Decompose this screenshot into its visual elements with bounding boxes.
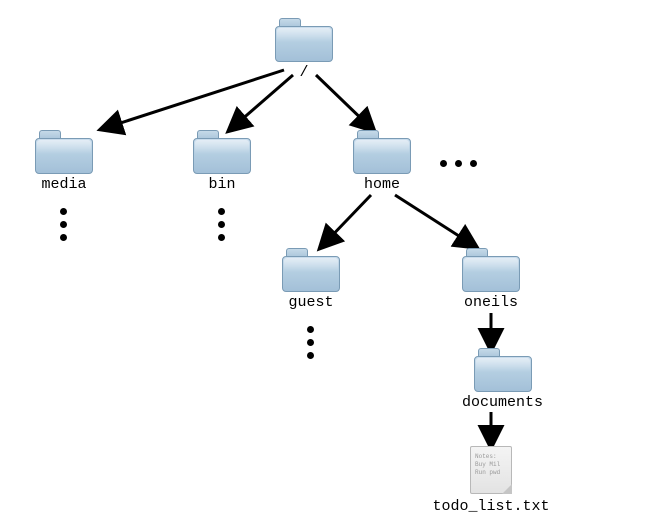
folder-home: home (353, 130, 411, 193)
folder-icon (353, 130, 411, 174)
folder-label-oneils: oneils (464, 294, 518, 311)
file-todo: Notes: Buy Mil Run pwd todo_list.txt (435, 446, 547, 515)
folder-icon (193, 130, 251, 174)
file-preview-line: Buy Mil (475, 461, 507, 469)
folder-media: media (35, 130, 93, 193)
folder-bin: bin (193, 130, 251, 193)
folder-documents: documents (462, 348, 543, 411)
ellipsis-icon (307, 326, 314, 359)
folder-guest: guest (282, 248, 340, 311)
ellipsis-icon (60, 208, 67, 241)
folder-label-bin: bin (208, 176, 235, 193)
folder-root: / (275, 18, 333, 81)
folder-icon (282, 248, 340, 292)
folder-icon (462, 248, 520, 292)
folder-oneils: oneils (462, 248, 520, 311)
file-preview-line: Notes: (475, 453, 507, 461)
folder-icon (474, 348, 532, 392)
folder-icon (35, 130, 93, 174)
folder-label-guest: guest (288, 294, 333, 311)
file-preview-line: Run pwd (475, 469, 507, 477)
file-label-todo: todo_list.txt (432, 498, 549, 515)
folder-icon (275, 18, 333, 62)
folder-label-media: media (41, 176, 86, 193)
folder-label-documents: documents (462, 394, 543, 411)
folder-label-home: home (364, 176, 400, 193)
ellipsis-icon (440, 160, 477, 167)
folder-label-root: / (299, 64, 308, 81)
file-icon: Notes: Buy Mil Run pwd (470, 446, 512, 494)
ellipsis-icon (218, 208, 225, 241)
